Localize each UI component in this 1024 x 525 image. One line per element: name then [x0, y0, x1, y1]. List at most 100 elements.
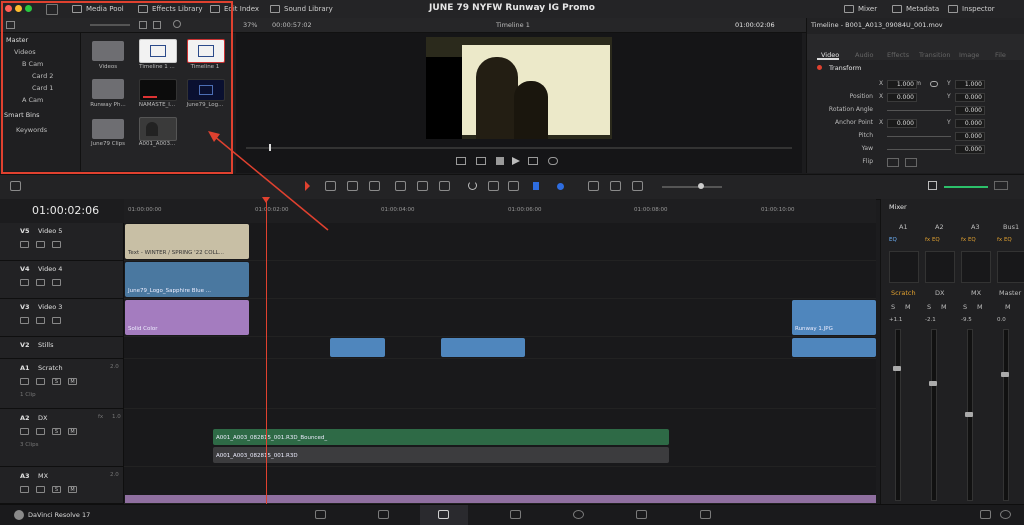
- clip-v4-logo[interactable]: June79_Logo_Sapphire Blue ...: [125, 262, 249, 297]
- auto-select-icon[interactable]: [36, 428, 45, 435]
- zoom-x-field[interactable]: 1.000: [887, 80, 917, 89]
- timeline-selector[interactable]: Timeline 1: [496, 21, 530, 29]
- track-name[interactable]: Video 4: [38, 265, 62, 273]
- playhead-line[interactable]: [266, 199, 267, 504]
- go-to-start-icon[interactable]: [456, 157, 466, 165]
- solo-button[interactable]: S: [963, 303, 967, 311]
- fader-knob[interactable]: [893, 366, 901, 371]
- linked-selection-icon[interactable]: [488, 181, 499, 191]
- bin-b-cam[interactable]: B Cam: [22, 60, 43, 68]
- track-name[interactable]: Stills: [38, 341, 53, 349]
- clip-thumbnail[interactable]: [139, 79, 177, 101]
- bin-master[interactable]: Master: [6, 36, 28, 44]
- yaw-field[interactable]: 0.000: [955, 145, 985, 154]
- pan-control[interactable]: [997, 251, 1024, 283]
- timeline-thumbnail[interactable]: [139, 39, 177, 63]
- solo-button[interactable]: S: [927, 303, 931, 311]
- edit-page-tab[interactable]: [420, 505, 468, 525]
- folder-icon[interactable]: [92, 79, 124, 99]
- transform-enable-toggle[interactable]: [817, 65, 822, 70]
- fusion-page-icon[interactable]: [510, 510, 521, 519]
- insert-clip-icon[interactable]: [395, 181, 406, 191]
- position-x-field[interactable]: 0.000: [887, 93, 917, 102]
- clip-v3-runway[interactable]: Runway 1.JPG: [792, 300, 876, 335]
- fx-eq-button[interactable]: fx EQ: [997, 237, 1024, 247]
- smart-bin-keywords[interactable]: Keywords: [16, 126, 47, 134]
- mute-button[interactable]: M: [68, 428, 77, 435]
- solo-button[interactable]: S: [52, 486, 61, 493]
- track-name[interactable]: MX: [38, 472, 48, 480]
- solo-button[interactable]: S: [891, 303, 895, 311]
- reverse-icon[interactable]: [476, 157, 486, 165]
- lock-icon[interactable]: [20, 486, 29, 493]
- track-header-v5[interactable]: V5 Video 5: [0, 223, 124, 261]
- replace-clip-icon[interactable]: [439, 181, 450, 191]
- lock-icon[interactable]: [20, 378, 29, 385]
- blade-tool-icon[interactable]: [369, 181, 380, 191]
- link-icon[interactable]: [930, 81, 938, 87]
- auto-select-icon[interactable]: [36, 241, 45, 248]
- snapping-icon[interactable]: [468, 181, 477, 190]
- fader-knob[interactable]: [929, 381, 937, 386]
- cut-page-icon[interactable]: [378, 510, 389, 519]
- search-icon[interactable]: [173, 20, 181, 28]
- fader-knob[interactable]: [965, 412, 973, 417]
- home-icon[interactable]: [980, 510, 991, 519]
- mute-button[interactable]: M: [68, 486, 77, 493]
- lane-v3[interactable]: Solid Color Runway 1.JPG: [124, 299, 876, 337]
- clip-v2-still[interactable]: [441, 338, 525, 357]
- flip-horizontal-button[interactable]: [887, 158, 899, 167]
- inspector-tab[interactable]: Inspector: [948, 3, 995, 15]
- clip-v2-still[interactable]: [792, 338, 876, 357]
- volume-icon[interactable]: [928, 181, 937, 190]
- rotation-slider[interactable]: [887, 110, 951, 111]
- fx-eq-button[interactable]: fx EQ: [925, 237, 955, 247]
- track-visibility-icon[interactable]: [52, 241, 61, 248]
- full-extent-zoom-icon[interactable]: [588, 181, 599, 191]
- lock-icon[interactable]: [20, 428, 29, 435]
- pitch-field[interactable]: 0.000: [955, 132, 985, 141]
- bin-videos[interactable]: Videos: [14, 48, 36, 56]
- solo-button[interactable]: S: [52, 378, 61, 385]
- color-page-icon[interactable]: [573, 510, 584, 519]
- lock-icon[interactable]: [20, 241, 29, 248]
- metadata-tab[interactable]: Metadata: [892, 3, 939, 15]
- eq-button[interactable]: EQ: [889, 237, 919, 247]
- bin-a-cam[interactable]: A Cam: [22, 96, 43, 104]
- grid-view-icon[interactable]: [139, 21, 147, 29]
- lane-v4[interactable]: June79_Logo_Sapphire Blue ...: [124, 261, 876, 299]
- media-page-icon[interactable]: [315, 510, 326, 519]
- auto-select-icon[interactable]: [36, 317, 45, 324]
- track-name[interactable]: DX: [38, 414, 47, 422]
- position-lock-icon[interactable]: [508, 181, 519, 191]
- pan-control[interactable]: [925, 251, 955, 283]
- pitch-slider[interactable]: [887, 136, 951, 137]
- deliver-page-icon[interactable]: [700, 510, 711, 519]
- zoom-slider-handle[interactable]: [698, 183, 704, 189]
- track-header-v3[interactable]: V3 Video 3: [0, 299, 124, 337]
- clip-v2-still[interactable]: [330, 338, 385, 357]
- thumbnail-size-slider[interactable]: [90, 24, 130, 26]
- bin-card-1[interactable]: Card 1: [32, 84, 53, 92]
- zoom-y-field[interactable]: 1.000: [955, 80, 985, 89]
- volume-slider[interactable]: [944, 186, 988, 188]
- lane-v2[interactable]: [124, 337, 876, 359]
- track-header-v2[interactable]: V2 Stills: [0, 337, 124, 359]
- tab-effects[interactable]: Effects: [887, 51, 909, 59]
- fader-a2[interactable]: [931, 329, 937, 501]
- loop-icon[interactable]: [548, 157, 558, 165]
- fader-knob[interactable]: [1001, 372, 1009, 377]
- settings-gear-icon[interactable]: [1000, 510, 1011, 519]
- bin-list-icon[interactable]: [6, 21, 15, 29]
- auto-select-icon[interactable]: [36, 486, 45, 493]
- mixer-tab[interactable]: Mixer: [844, 3, 877, 15]
- mute-button[interactable]: M: [941, 303, 947, 311]
- stop-icon[interactable]: [496, 157, 504, 165]
- track-header-v4[interactable]: V4 Video 4: [0, 261, 124, 299]
- detail-zoom-icon[interactable]: [610, 181, 621, 191]
- marker-icon[interactable]: [557, 183, 564, 190]
- list-view-icon[interactable]: [153, 21, 161, 29]
- clip-a3-music[interactable]: [125, 495, 876, 503]
- custom-zoom-icon[interactable]: [632, 181, 643, 191]
- timeline-thumbnail[interactable]: [187, 39, 225, 63]
